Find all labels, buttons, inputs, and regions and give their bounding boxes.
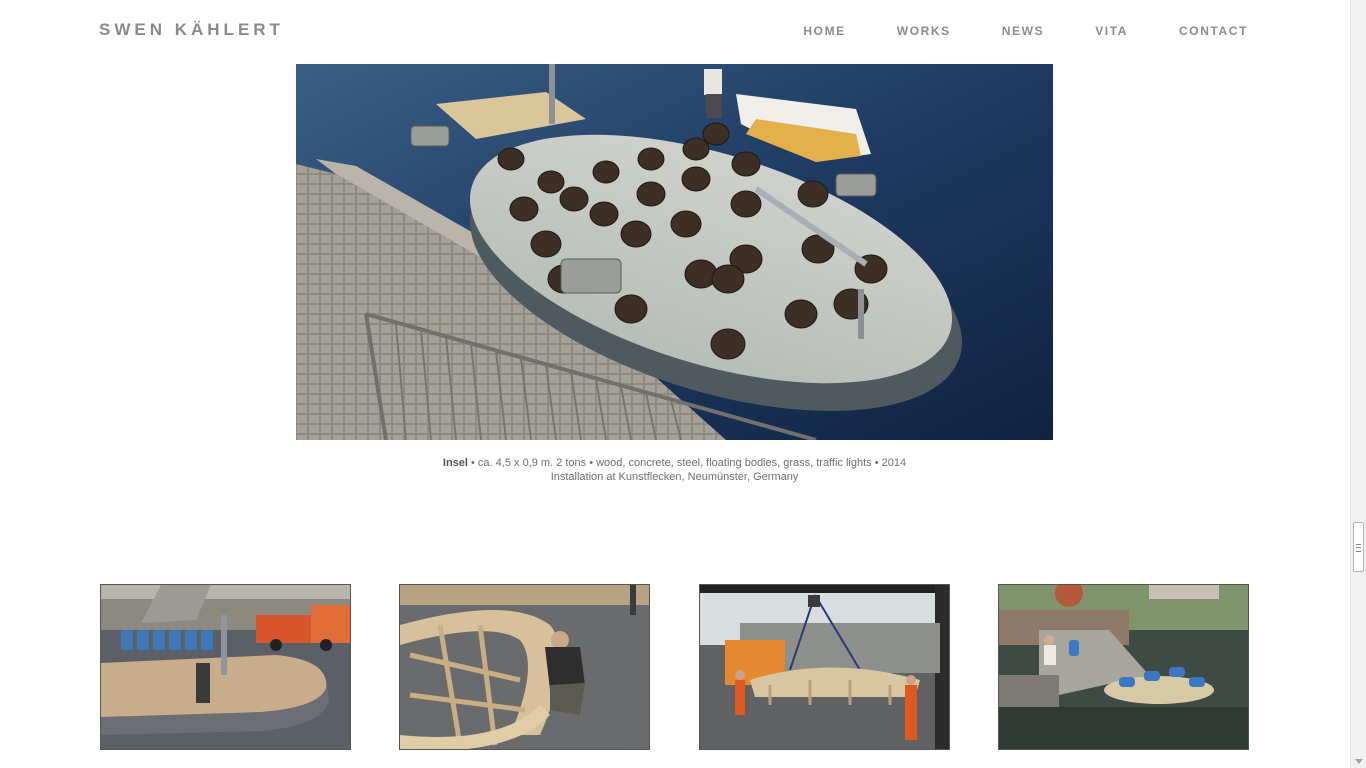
artwork-title: Insel	[442, 457, 468, 469]
page: SWEN KÄHLERT HOME WORKS NEWS VITA CONTAC…	[0, 0, 1350, 768]
workshop-floor-photo	[101, 585, 350, 749]
main-artwork-photo	[296, 64, 1053, 440]
artwork-location: Installation at Kunstflecken, Neumünster…	[550, 471, 799, 483]
thumbnail-gallery	[100, 584, 1250, 751]
nav-vita[interactable]: VITA	[1095, 24, 1128, 38]
thumbnail-3[interactable]	[699, 584, 950, 750]
nav-works[interactable]: WORKS	[897, 24, 951, 38]
page-scrollbar[interactable]	[1350, 0, 1366, 768]
main-nav: HOME WORKS NEWS VITA CONTACT	[752, 24, 1248, 38]
site-title-link[interactable]: SWEN KÄHLERT	[99, 20, 284, 40]
arrow-down-icon[interactable]	[1355, 759, 1363, 764]
crane-lift-photo	[700, 585, 949, 749]
artwork-details: • ca. 4,5 x 0,9 m. 2 tons • wood, concre…	[467, 457, 907, 469]
nav-home[interactable]: HOME	[803, 24, 845, 38]
thumbnail-2[interactable]	[399, 584, 650, 750]
nav-contact[interactable]: CONTACT	[1179, 24, 1248, 38]
nav-news[interactable]: NEWS	[1002, 24, 1044, 38]
artwork-caption: Insel • ca. 4,5 x 0,9 m. 2 tons • wood, …	[296, 456, 1053, 484]
site-header: SWEN KÄHLERT HOME WORKS NEWS VITA CONTAC…	[0, 0, 1350, 64]
scrollbar-thumb[interactable]	[1353, 522, 1364, 572]
carpentry-work-photo	[400, 585, 649, 749]
floating-island-photo	[296, 64, 1053, 440]
caption-line-1: Insel • ca. 4,5 x 0,9 m. 2 tons • wood, …	[296, 456, 1053, 470]
scroll-grip-icon	[1356, 544, 1361, 552]
launch-in-water-photo	[999, 585, 1248, 749]
thumbnail-1[interactable]	[100, 584, 351, 750]
thumbnail-4[interactable]	[998, 584, 1249, 750]
